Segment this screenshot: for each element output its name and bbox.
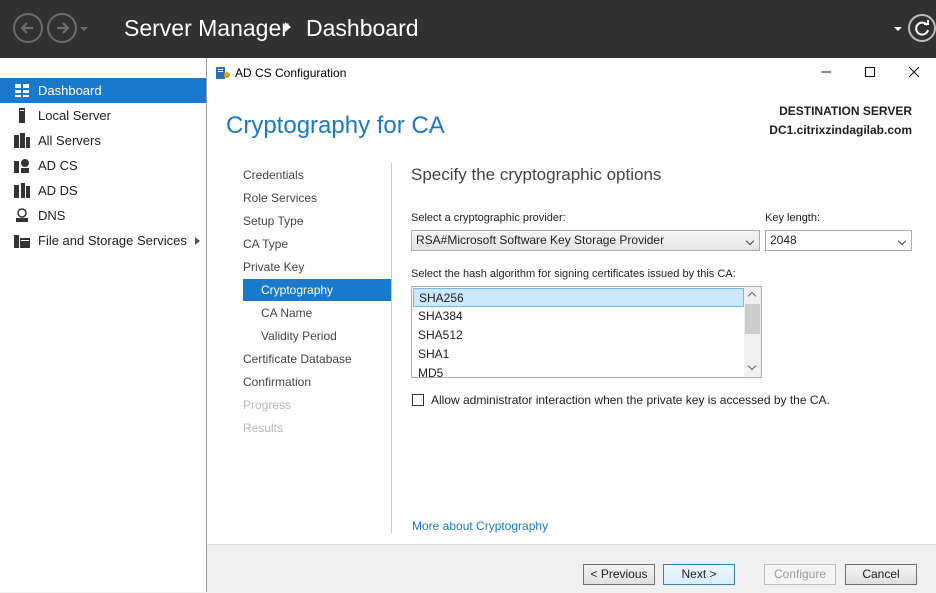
destination-server-label: DESTINATION SERVER (779, 104, 912, 118)
hash-option-sha384[interactable]: SHA384 (413, 307, 744, 326)
back-button[interactable] (13, 13, 43, 43)
sidebar-item-dashboard[interactable]: Dashboard (0, 78, 206, 103)
breadcrumb-separator-icon (285, 22, 291, 32)
wizard-step-results: Results (243, 421, 284, 435)
sidebar-item-ad-cs[interactable]: AD CS (0, 153, 206, 178)
refresh-button[interactable] (908, 14, 936, 42)
key-length-value: 2048 (770, 233, 797, 247)
scroll-up-icon[interactable] (747, 291, 757, 301)
chevron-down-icon (745, 236, 755, 246)
hash-option-sha256[interactable]: SHA256 (413, 288, 744, 307)
dns-icon (16, 208, 28, 222)
sidebar-item-label: DNS (38, 208, 66, 223)
destination-server-name: DC1.citrixzindagilab.com (769, 123, 912, 137)
scrollbar-thumb[interactable] (745, 304, 760, 334)
minimize-button[interactable] (815, 62, 837, 82)
page-title: Dashboard (306, 15, 419, 41)
scroll-down-icon[interactable] (747, 361, 757, 371)
provider-label: Select a cryptographic provider: (411, 212, 566, 224)
hash-algorithm-list[interactable]: SHA256 SHA384 SHA512 SHA1 MD5 (411, 286, 762, 378)
wizard-step-credentials[interactable]: Credentials (243, 164, 391, 186)
more-about-cryptography-link[interactable]: More about Cryptography (412, 519, 548, 533)
sidebar-item-label: Local Server (38, 108, 111, 123)
title-bar: Server Manager Dashboard (0, 0, 936, 58)
hash-algorithm-label: Select the hash algorithm for signing ce… (411, 268, 736, 280)
app-title: Server Manager (124, 15, 289, 41)
expand-arrow-icon[interactable] (195, 237, 200, 245)
maximize-button[interactable] (859, 62, 881, 82)
servers-icon (14, 133, 30, 148)
hash-option-sha512[interactable]: SHA512 (413, 326, 744, 345)
wizard-step-confirmation[interactable]: Confirmation (243, 371, 391, 393)
close-button[interactable] (903, 62, 925, 82)
maximize-icon (865, 67, 875, 77)
wizard-step-certificate-database[interactable]: Certificate Database (243, 348, 391, 370)
key-length-label: Key length: (765, 212, 821, 224)
wizard-step-cryptography[interactable]: Cryptography (243, 279, 391, 301)
history-dropdown-icon[interactable] (80, 27, 88, 31)
admin-interaction-checkbox[interactable] (412, 394, 424, 406)
ad-cs-configuration-dialog: AD CS Configuration Cryptography for CA … (206, 58, 936, 593)
server-manager-sidebar: Dashboard Local Server All Servers AD CS… (0, 58, 206, 592)
adcs-icon (14, 159, 29, 173)
hash-option-md5[interactable]: MD5 (413, 364, 744, 377)
sidebar-item-dns[interactable]: DNS (0, 203, 206, 228)
hash-list-scrollbar[interactable] (744, 287, 761, 377)
provider-value: RSA#Microsoft Software Key Storage Provi… (416, 233, 665, 247)
dialog-heading: Cryptography for CA (226, 112, 445, 139)
hash-option-sha1[interactable]: SHA1 (413, 345, 744, 364)
refresh-dropdown-icon[interactable] (894, 27, 902, 31)
sidebar-item-label: All Servers (38, 133, 101, 148)
wizard-step-progress: Progress (243, 398, 292, 412)
wizard-divider (391, 163, 392, 533)
chevron-down-icon (897, 236, 907, 246)
wizard-step-ca-name[interactable]: CA Name (243, 302, 391, 324)
admin-interaction-label[interactable]: Allow administrator interaction when the… (431, 393, 830, 407)
back-arrow-icon (20, 22, 33, 34)
forward-arrow-icon (57, 22, 70, 34)
content-title: Specify the cryptographic options (411, 165, 662, 184)
minimize-icon (821, 71, 831, 73)
cancel-button[interactable]: Cancel (845, 564, 917, 585)
ad-cs-configuration-icon (216, 67, 230, 79)
sidebar-item-label: AD CS (38, 158, 78, 173)
sidebar-item-label: File and Storage Services (38, 233, 187, 248)
configure-button: Configure (764, 564, 836, 585)
wizard-step-role-services[interactable]: Role Services (243, 187, 391, 209)
adds-icon (14, 183, 30, 198)
sidebar-item-label: Dashboard (38, 83, 102, 98)
key-length-select[interactable]: 2048 (765, 230, 912, 251)
wizard-step-validity-period[interactable]: Validity Period (243, 325, 391, 347)
dashboard-icon (15, 84, 29, 97)
dialog-footer: < Previous Next > Configure Cancel (207, 544, 936, 593)
refresh-icon (915, 20, 929, 36)
wizard-step-private-key[interactable]: Private Key (243, 256, 391, 278)
server-icon (19, 108, 25, 123)
next-button[interactable]: Next > (663, 564, 735, 585)
provider-select[interactable]: RSA#Microsoft Software Key Storage Provi… (411, 230, 760, 251)
wizard-step-ca-type[interactable]: CA Type (243, 233, 391, 255)
previous-button[interactable]: < Previous (583, 564, 655, 585)
sidebar-item-file-storage[interactable]: File and Storage Services (0, 228, 206, 253)
storage-icon (14, 235, 30, 248)
forward-button[interactable] (47, 13, 77, 43)
sidebar-item-local-server[interactable]: Local Server (0, 103, 206, 128)
sidebar-item-label: AD DS (38, 183, 78, 198)
sidebar-item-ad-ds[interactable]: AD DS (0, 178, 206, 203)
wizard-step-setup-type[interactable]: Setup Type (243, 210, 391, 232)
close-icon (908, 66, 920, 78)
dialog-title: AD CS Configuration (235, 66, 347, 80)
sidebar-item-all-servers[interactable]: All Servers (0, 128, 206, 153)
